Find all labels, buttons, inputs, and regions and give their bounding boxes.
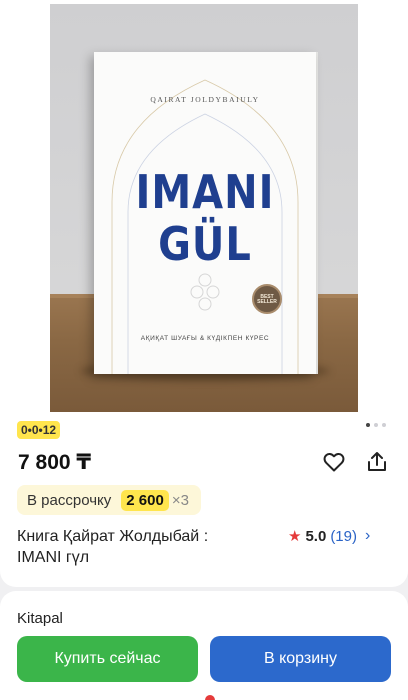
carousel-indicator: [366, 423, 386, 427]
share-button[interactable]: [363, 448, 391, 476]
chevron-right-icon: ›: [365, 527, 371, 544]
carousel-dot: [374, 423, 378, 427]
bestseller-seal: BEST SELLER: [252, 284, 282, 314]
favorite-button[interactable]: [320, 448, 348, 476]
buy-now-button[interactable]: Купить сейчас: [17, 636, 198, 682]
installment-plan-badge: 0•0•12: [17, 421, 61, 439]
review-count: (19): [330, 527, 357, 545]
book-cover: QAIRAT JOLDYBAIULY IMANI GÜL BEST SELLER…: [94, 52, 316, 374]
product-image[interactable]: QAIRAT JOLDYBAIULY IMANI GÜL BEST SELLER…: [50, 4, 358, 412]
seller-name[interactable]: Kitapal: [17, 610, 63, 627]
seller-panel: Kitapal Купить сейчас В корзину: [0, 591, 408, 700]
star-icon: ★: [288, 528, 302, 545]
carousel-dot: [366, 423, 370, 427]
book-author: QAIRAT JOLDYBAIULY: [150, 95, 260, 104]
installment-amount: 2 600: [121, 489, 169, 511]
share-icon: [368, 452, 386, 471]
price: 7 800 ₸: [18, 451, 91, 474]
add-to-cart-button[interactable]: В корзину: [210, 636, 391, 682]
rating-link[interactable]: ★ 5.0 (19) ›: [288, 527, 370, 545]
installment-multiplier: ×3: [171, 491, 189, 509]
bestseller-seal-text: BEST SELLER: [257, 294, 277, 305]
product-title: Книга Қайрат Жолдыбай : IMANI гүл: [17, 528, 209, 566]
book-title-line2: GÜL: [158, 218, 252, 272]
book-subtitle: АҚИҚАТ ШУАҒЫ & КҮДІКПЕН КҮРЕС: [140, 335, 270, 342]
scroll-peek-indicator: [205, 695, 215, 700]
heart-icon: [323, 453, 345, 472]
book-title-line1: IMANI: [135, 166, 275, 220]
rating-score: 5.0: [305, 527, 327, 545]
installment-label: В рассрочку: [27, 491, 112, 509]
product-card: QAIRAT JOLDYBAIULY IMANI GÜL BEST SELLER…: [0, 0, 408, 587]
carousel-dot: [382, 423, 386, 427]
installment-option[interactable]: В рассрочку 2 600 ×3: [17, 485, 201, 515]
